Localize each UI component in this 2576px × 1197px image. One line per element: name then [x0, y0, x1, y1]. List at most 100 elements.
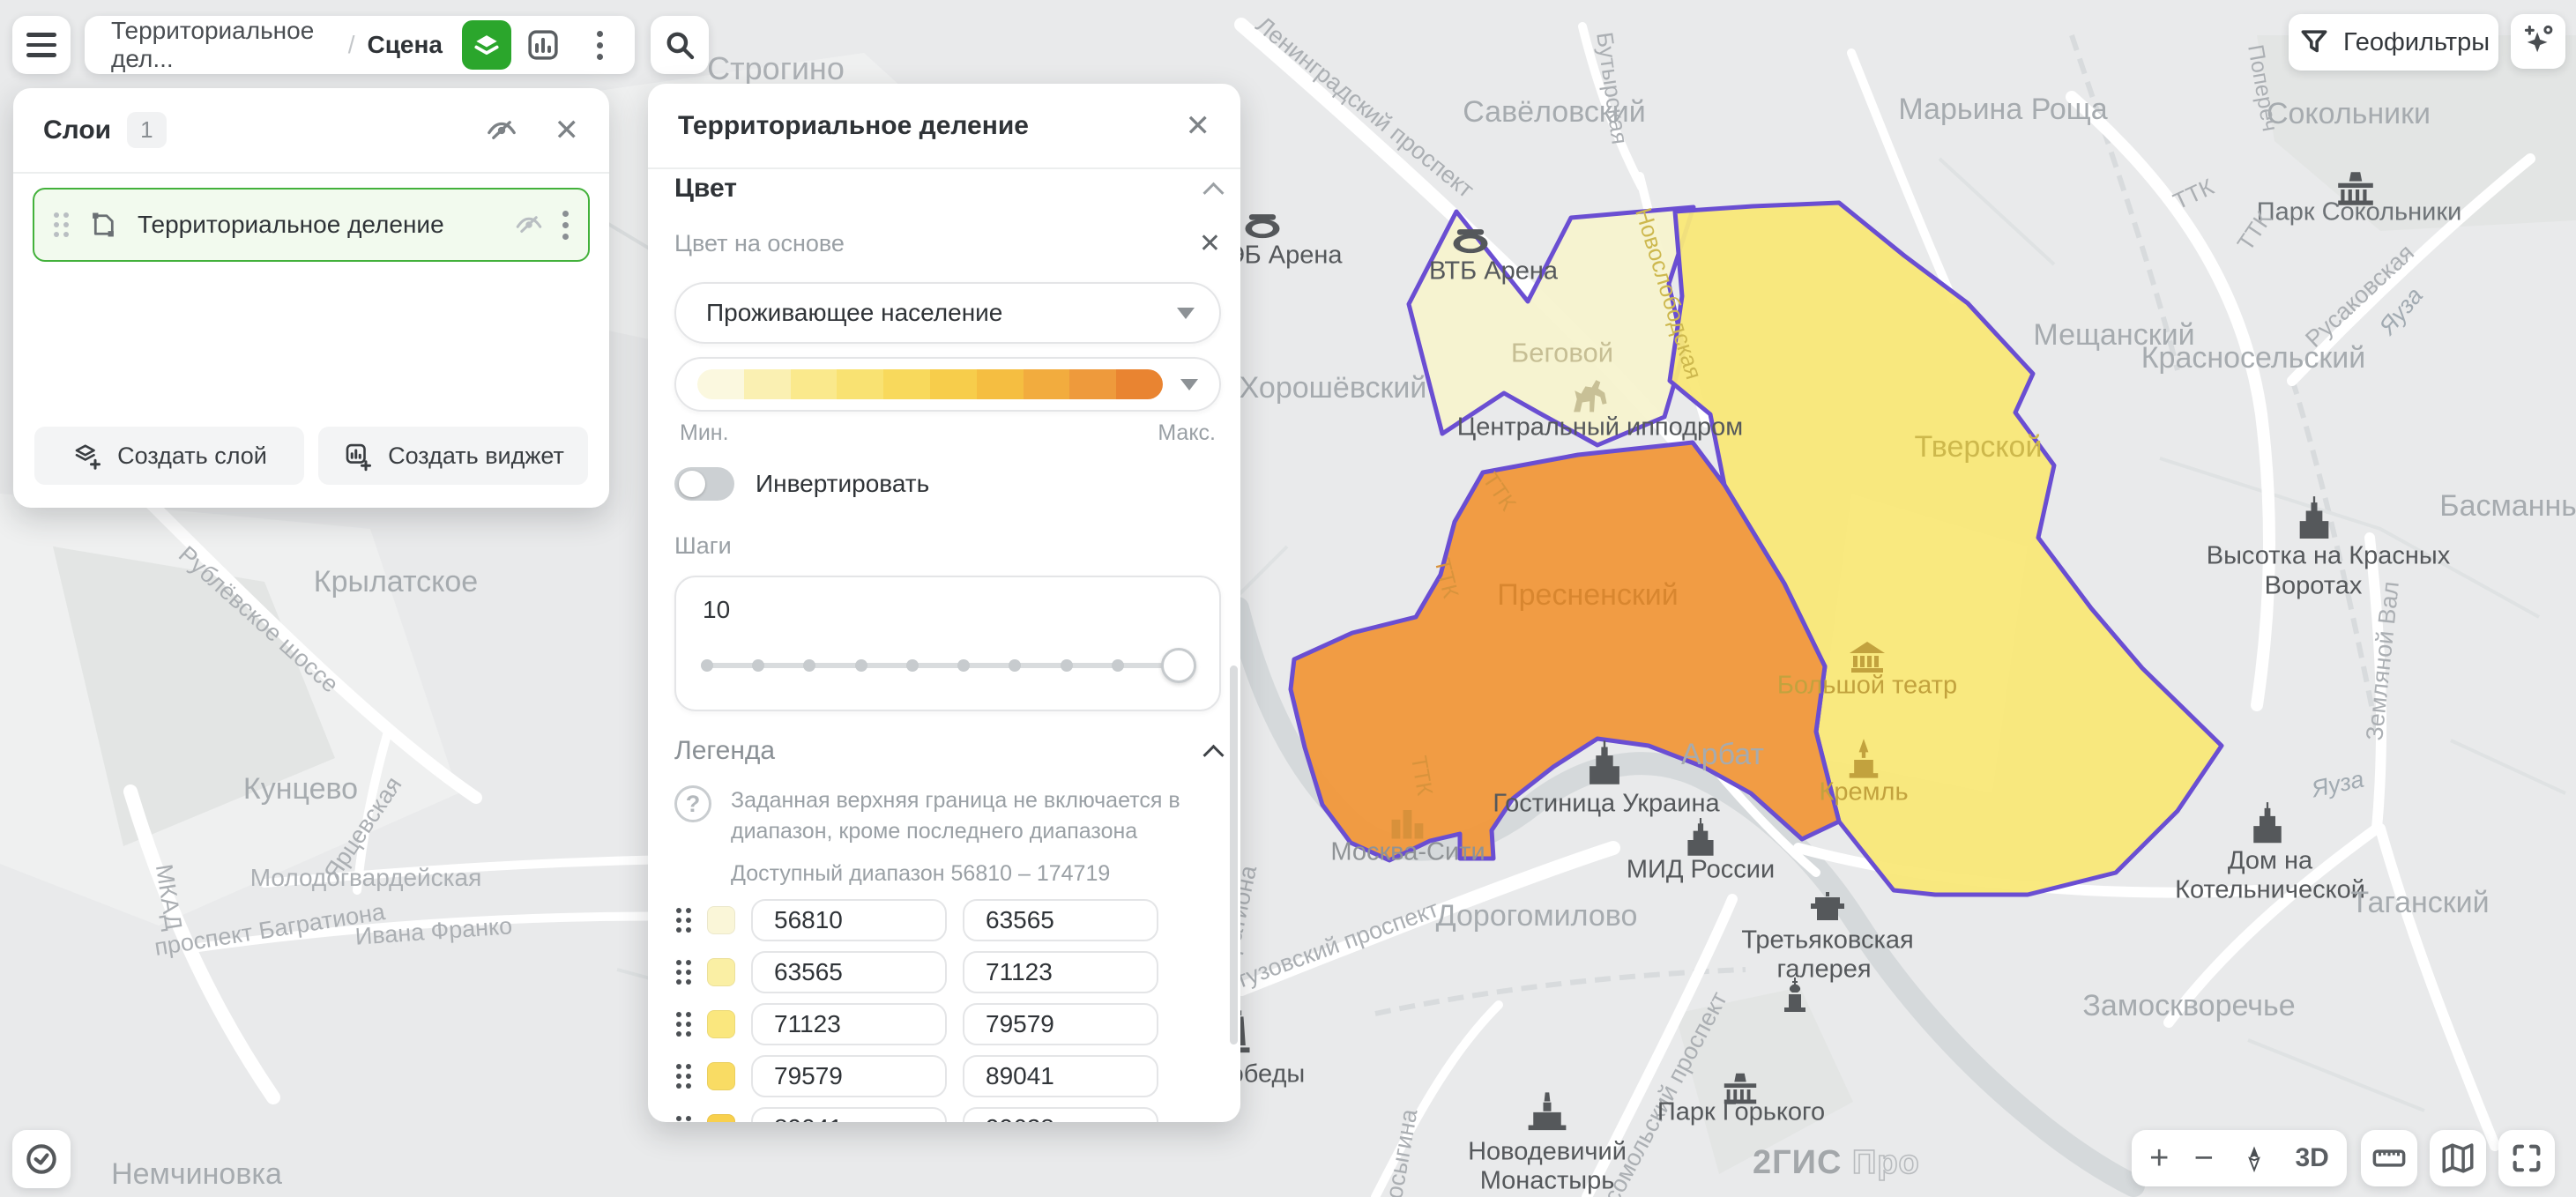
- search-button[interactable]: [651, 16, 709, 74]
- layer-visibility-icon[interactable]: [513, 209, 545, 241]
- legend-from-input[interactable]: [751, 1107, 947, 1122]
- legend-to-input[interactable]: [963, 1003, 1158, 1045]
- visibility-all-icon[interactable]: [484, 113, 519, 148]
- ai-magic-button[interactable]: [2511, 14, 2565, 69]
- map-label: Кунцево: [243, 774, 358, 804]
- gradient-ramp: [697, 369, 1163, 399]
- history-button[interactable]: [12, 1130, 71, 1188]
- legend-color-swatch[interactable]: [707, 1010, 735, 1038]
- legend-from-input[interactable]: [751, 1003, 947, 1045]
- zoom-in-button[interactable]: +: [2149, 1141, 2169, 1175]
- map-label: Котельнической: [2175, 878, 2365, 903]
- legend-to-input[interactable]: [963, 951, 1158, 993]
- legend-to-input[interactable]: [963, 1107, 1158, 1122]
- map-label: Красносельский: [2141, 343, 2366, 373]
- polygon-layer-icon: [86, 208, 120, 242]
- map-label: МИД России: [1627, 858, 1775, 883]
- slider-handle[interactable]: [1161, 648, 1196, 683]
- legend-color-swatch[interactable]: [707, 1062, 735, 1090]
- create-widget-button[interactable]: Создать виджет: [318, 427, 588, 485]
- app-window: СтрогиноСавёловскийМарьина РощаСокольник…: [0, 0, 2576, 1197]
- breadcrumb-layer[interactable]: Территориальное дел...: [111, 17, 336, 73]
- legend-section-title: Легенда: [674, 736, 775, 766]
- compass-button[interactable]: [2238, 1142, 2270, 1174]
- slider-dot: [701, 659, 713, 672]
- steps-input[interactable]: [701, 595, 1195, 625]
- map-label: Арбат: [1681, 740, 1764, 770]
- layer-item-territorial[interactable]: Территориальное деление: [33, 188, 590, 262]
- settings-panel-close-icon[interactable]: ✕: [1186, 111, 1211, 141]
- map-label: Гостиница Украина: [1493, 792, 1719, 817]
- highrise-icon: [2244, 801, 2291, 849]
- drag-handle-icon[interactable]: [676, 960, 691, 985]
- breadcrumb-scene[interactable]: Сцена: [368, 31, 443, 59]
- map-label: Третьяковская: [1741, 928, 1913, 954]
- monastery-icon: [1523, 1089, 1571, 1137]
- steps-label: Шаги: [674, 532, 1221, 560]
- layer-settings-panel: Территориальное деление ✕ Цвет Цвет на о…: [648, 84, 1240, 1122]
- color-section-title: Цвет: [674, 174, 737, 204]
- color-section-collapse-icon[interactable]: [1202, 182, 1224, 203]
- map-label: Беговой: [1511, 339, 1613, 367]
- ruler-button[interactable]: [2361, 1130, 2417, 1186]
- map-label: Монастырь: [1480, 1169, 1615, 1194]
- map-3d-button[interactable]: 3D: [2295, 1145, 2328, 1171]
- create-layer-icon: [71, 440, 103, 472]
- scene-menu-button[interactable]: [575, 20, 624, 70]
- legend-from-input[interactable]: [751, 1055, 947, 1097]
- drag-handle-icon[interactable]: [54, 212, 69, 237]
- map-label: Немчиновка: [111, 1159, 282, 1189]
- chevron-down-icon: [1180, 379, 1198, 390]
- legend-from-input[interactable]: [751, 899, 947, 941]
- legend-row: [674, 899, 1221, 941]
- legend-section-collapse-icon[interactable]: [1202, 744, 1224, 765]
- map-label: Большой театр: [1777, 673, 1957, 699]
- widgets-button[interactable]: [518, 20, 568, 70]
- legend-from-input[interactable]: [751, 951, 947, 993]
- gradient-max-label: Макс.: [1158, 420, 1216, 446]
- drag-handle-icon[interactable]: [676, 1012, 691, 1037]
- legend-color-swatch[interactable]: [707, 1114, 735, 1122]
- layers-icon: [469, 27, 504, 63]
- legend-rows: [674, 899, 1221, 1122]
- map-label: Москва-Сити: [1330, 840, 1485, 866]
- steps-slider[interactable]: [701, 648, 1195, 683]
- layer-menu-icon[interactable]: [562, 211, 569, 240]
- slider-dot: [1009, 659, 1021, 672]
- drag-handle-icon[interactable]: [676, 908, 691, 933]
- layers-toggle-button[interactable]: [462, 20, 511, 70]
- legend-to-input[interactable]: [963, 899, 1158, 941]
- drag-handle-icon[interactable]: [676, 1116, 691, 1122]
- color-basis-select[interactable]: Проживающее население: [674, 282, 1221, 344]
- color-basis-clear-icon[interactable]: ✕: [1199, 231, 1221, 257]
- map-style-button[interactable]: [2430, 1130, 2486, 1186]
- menu-button[interactable]: [12, 16, 71, 74]
- slider-dot: [1061, 659, 1073, 672]
- slider-dot: [906, 659, 919, 672]
- map-label: галерея: [1776, 957, 1871, 983]
- geofilters-button[interactable]: Геофильтры: [2289, 14, 2498, 71]
- map-label: Парк Горького: [1657, 1100, 1825, 1126]
- map-icon: [2439, 1140, 2476, 1177]
- legend-color-swatch[interactable]: [707, 958, 735, 986]
- legend-to-input[interactable]: [963, 1055, 1158, 1097]
- layers-panel: Слои 1 ✕ Территориальное деление: [13, 88, 609, 508]
- fullscreen-button[interactable]: [2498, 1130, 2555, 1186]
- brand-watermark: 2ГИС Про: [1753, 1144, 1920, 1182]
- legend-color-swatch[interactable]: [707, 906, 735, 934]
- zoom-out-button[interactable]: −: [2194, 1141, 2214, 1175]
- kebab-icon: [597, 31, 603, 60]
- map-label: Крылатское: [314, 567, 478, 597]
- color-basis-label: Цвет на основе: [674, 230, 845, 257]
- panel-scrollbar[interactable]: [1230, 665, 1238, 1045]
- map-label: Марьина Роща: [1898, 94, 2107, 124]
- drag-handle-icon[interactable]: [676, 1064, 691, 1089]
- invert-toggle[interactable]: [674, 467, 734, 501]
- gradient-select[interactable]: [674, 357, 1221, 412]
- watermark-bold: 2ГИС: [1753, 1144, 1842, 1181]
- chevron-down-icon: [1177, 308, 1195, 319]
- create-layer-button[interactable]: Создать слой: [34, 427, 304, 485]
- settings-panel-title: Территориальное деление: [678, 111, 1029, 141]
- search-icon: [661, 26, 698, 63]
- layers-panel-close-icon[interactable]: ✕: [555, 115, 580, 145]
